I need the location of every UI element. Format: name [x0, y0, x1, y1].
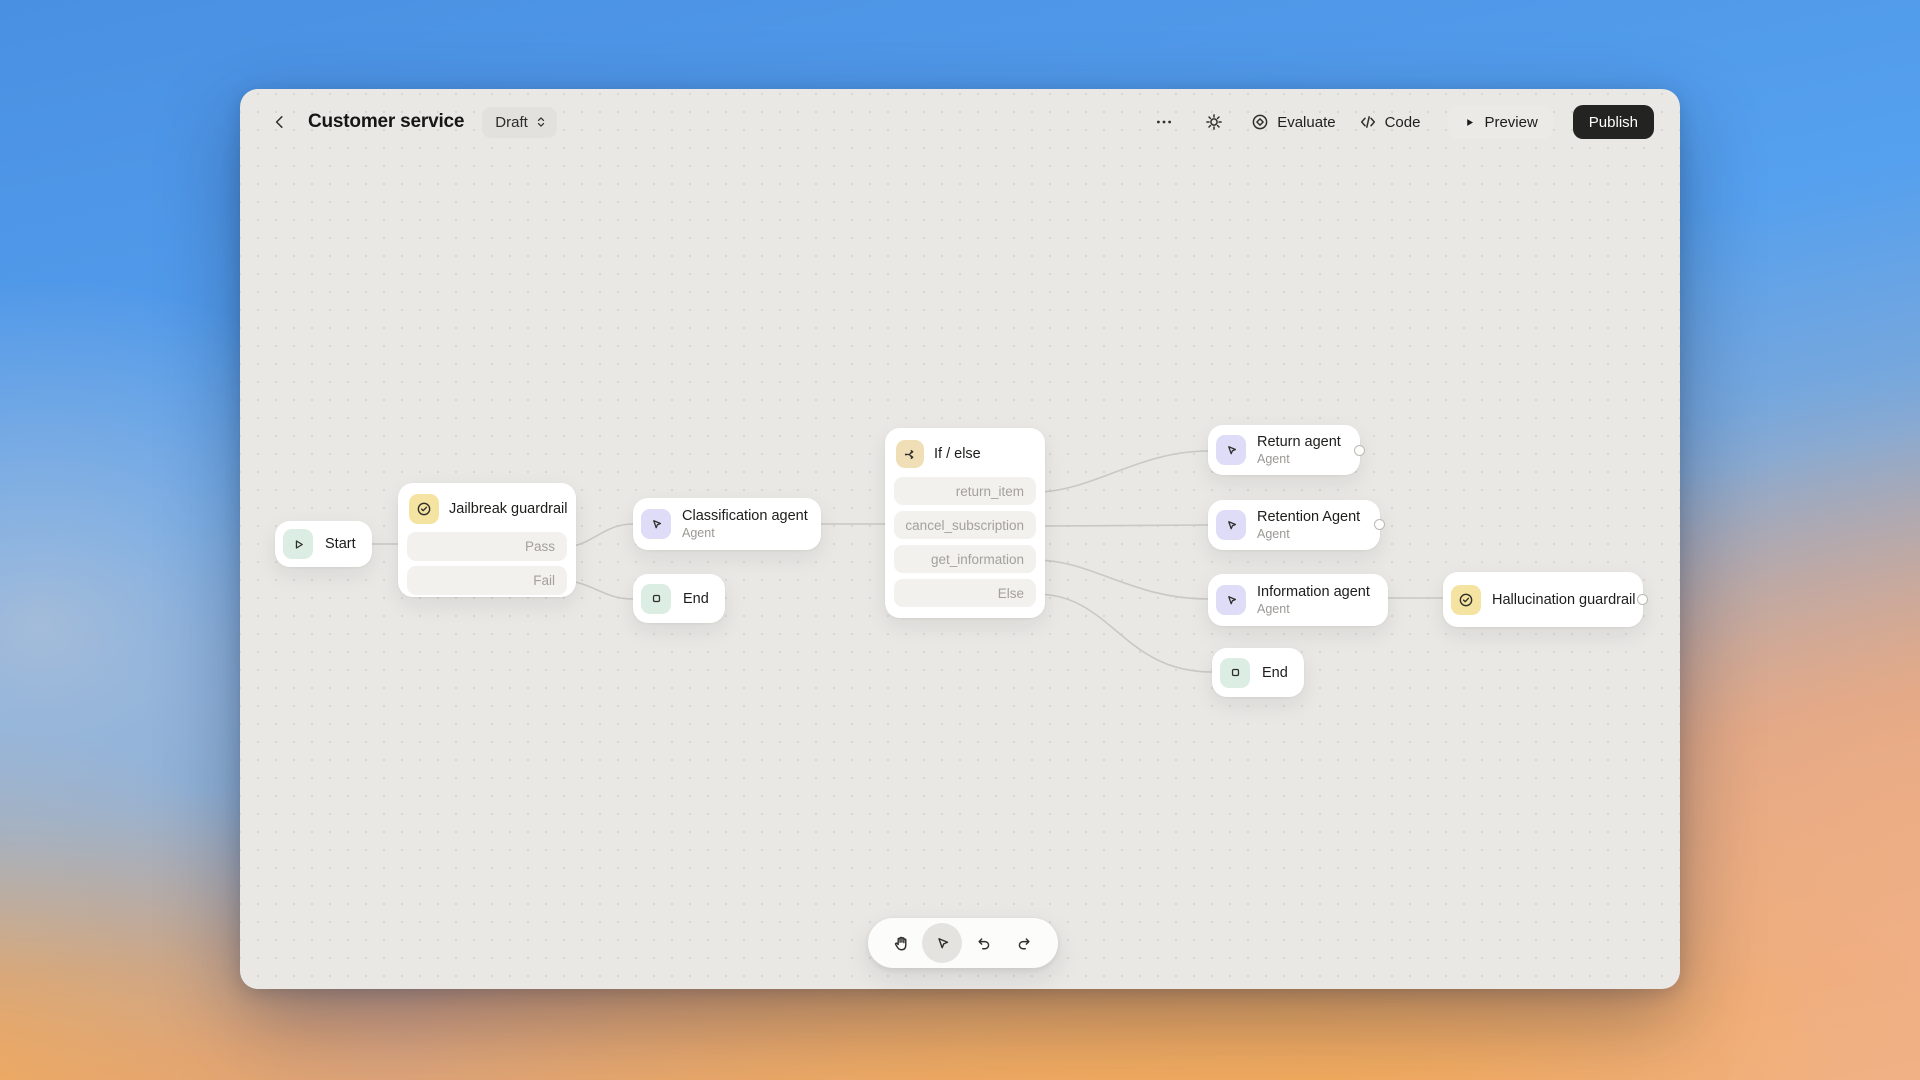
shield-check-icon: [1451, 585, 1481, 615]
undo-button[interactable]: [964, 923, 1004, 963]
code-button[interactable]: Code: [1354, 106, 1425, 138]
hand-icon: [892, 934, 911, 953]
redo-button[interactable]: [1005, 923, 1045, 963]
evaluate-icon: [1250, 112, 1270, 132]
edge-else-end: [1036, 594, 1212, 672]
node-title: Hallucination guardrail: [1492, 592, 1635, 608]
cursor-icon: [1216, 435, 1246, 465]
edge-returnitem-returnagent: [1036, 451, 1208, 492]
node-title: Retention Agent: [1257, 509, 1360, 525]
node-title: Return agent: [1257, 434, 1341, 450]
cursor-icon: [641, 509, 671, 539]
back-button[interactable]: [262, 104, 298, 140]
cursor-icon: [1216, 585, 1246, 615]
node-title: End: [1262, 665, 1288, 681]
ellipsis-icon: [1154, 112, 1174, 132]
chevron-left-icon: [270, 112, 290, 132]
header-left: Customer service Draft: [262, 102, 557, 142]
chevron-up-down-icon: [533, 114, 549, 130]
pan-hand-tool[interactable]: [881, 923, 921, 963]
status-label: Draft: [495, 114, 528, 131]
output-port-return-agent[interactable]: [1354, 445, 1365, 456]
gear-icon: [1204, 112, 1224, 132]
edge-cancel-retention: [1036, 525, 1208, 526]
node-end-top[interactable]: End: [633, 574, 725, 623]
node-retention-agent[interactable]: Retention Agent Agent: [1208, 500, 1380, 550]
cursor-icon: [1216, 510, 1246, 540]
settings-button[interactable]: [1196, 104, 1232, 140]
cursor-icon: [933, 934, 952, 953]
preview-label: Preview: [1484, 114, 1537, 131]
branch-row-fail[interactable]: Fail: [407, 566, 567, 595]
branch-row-pass[interactable]: Pass: [407, 532, 567, 561]
stop-square-icon: [641, 584, 671, 614]
node-start[interactable]: Start: [275, 521, 372, 567]
output-port-retention-agent[interactable]: [1374, 519, 1385, 530]
node-title: If / else: [934, 446, 981, 462]
node-title: End: [683, 591, 709, 607]
node-jailbreak-guardrail[interactable]: Jailbreak guardrail Pass Fail: [398, 483, 576, 597]
canvas-toolbar: [868, 918, 1058, 968]
evaluate-button[interactable]: Evaluate: [1246, 106, 1339, 138]
code-icon: [1358, 112, 1378, 132]
evaluate-label: Evaluate: [1277, 114, 1335, 131]
node-end-bottom[interactable]: End: [1212, 648, 1304, 697]
node-if-else[interactable]: If / else return_item cancel_subscriptio…: [885, 428, 1045, 618]
select-cursor-tool[interactable]: [922, 923, 962, 963]
node-subtitle: Agent: [682, 526, 808, 540]
publish-button[interactable]: Publish: [1573, 105, 1654, 139]
node-title: Information agent: [1257, 584, 1370, 600]
workflow-canvas[interactable]: Customer service Draft: [240, 89, 1680, 989]
publish-label: Publish: [1589, 114, 1638, 131]
node-hallucination-guardrail[interactable]: Hallucination guardrail: [1443, 572, 1643, 627]
branch-row-cancel-subscription[interactable]: cancel_subscription: [894, 511, 1036, 539]
shield-check-icon: [409, 494, 439, 524]
node-title: Start: [325, 536, 356, 552]
node-information-agent[interactable]: Information agent Agent: [1208, 574, 1388, 626]
edge-getinfo-information: [1036, 560, 1208, 599]
node-title: Classification agent: [682, 508, 808, 524]
branch-row-return-item[interactable]: return_item: [894, 477, 1036, 505]
header-right: Evaluate Code Preview Publish: [1146, 102, 1654, 142]
node-classification-agent[interactable]: Classification agent Agent: [633, 498, 821, 550]
code-label: Code: [1385, 114, 1421, 131]
node-subtitle: Agent: [1257, 527, 1360, 541]
branch-icon: [896, 440, 924, 468]
output-port-hallucination-guardrail[interactable]: [1637, 594, 1648, 605]
play-filled-icon: [1463, 116, 1476, 129]
preview-button[interactable]: Preview: [1448, 105, 1552, 139]
overflow-menu-button[interactable]: [1146, 104, 1182, 140]
node-title: Jailbreak guardrail: [449, 501, 567, 517]
undo-icon: [974, 934, 993, 953]
node-return-agent[interactable]: Return agent Agent: [1208, 425, 1360, 475]
play-icon: [283, 529, 313, 559]
redo-icon: [1015, 934, 1034, 953]
page-title: Customer service: [308, 111, 464, 133]
stop-square-icon: [1220, 658, 1250, 688]
status-selector[interactable]: Draft: [482, 107, 557, 138]
node-subtitle: Agent: [1257, 602, 1370, 616]
branch-row-get-information[interactable]: get_information: [894, 545, 1036, 573]
node-subtitle: Agent: [1257, 452, 1341, 466]
branch-row-else[interactable]: Else: [894, 579, 1036, 607]
